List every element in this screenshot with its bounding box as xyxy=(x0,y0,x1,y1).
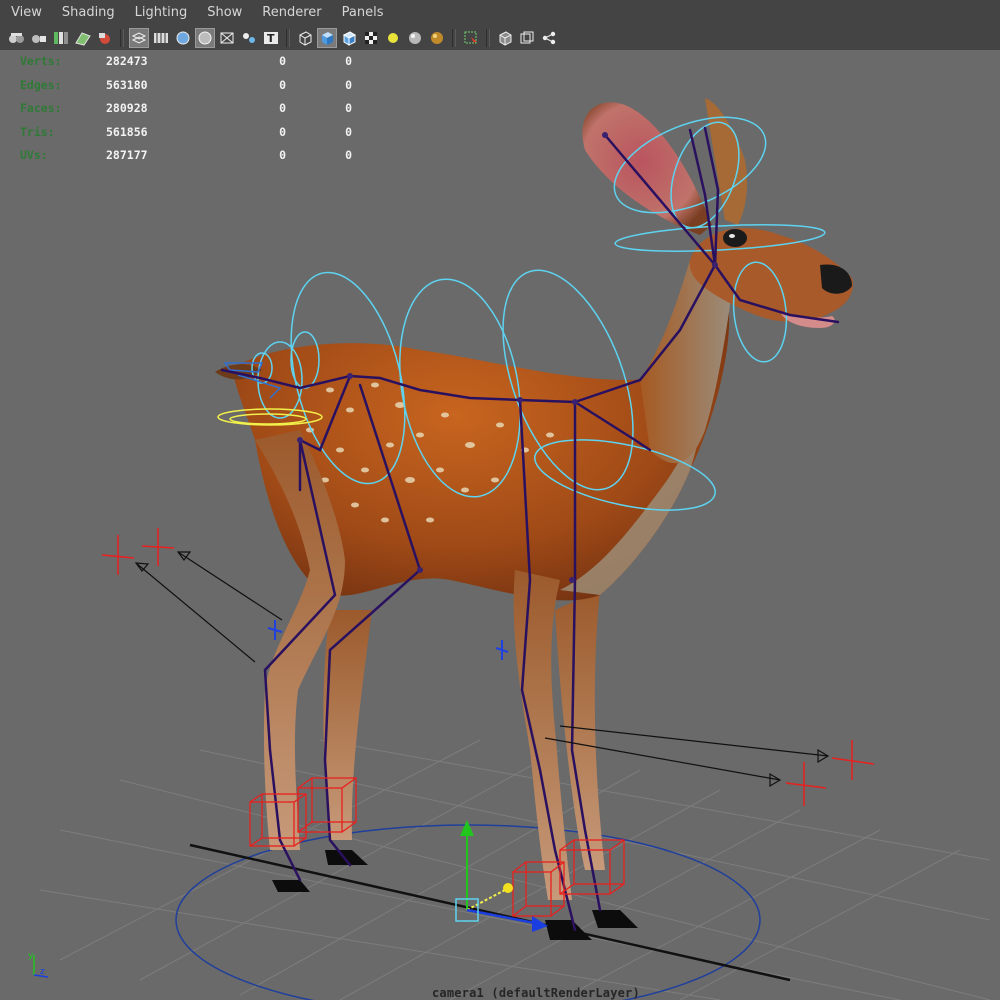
flat-shade-icon[interactable] xyxy=(195,28,215,48)
poly-count-hud: Verts: 282473 0 0 Edges: 563180 0 0 Face… xyxy=(20,50,352,168)
hud-value-selected-2: 0 xyxy=(345,77,352,92)
camera-tools-group xyxy=(6,26,116,50)
hud-value-selected: 0 xyxy=(279,124,286,139)
svg-text:T: T xyxy=(267,32,275,45)
hud-value-selected: 0 xyxy=(279,101,286,115)
textured-icon[interactable] xyxy=(361,28,381,48)
menu-shading[interactable]: Shading xyxy=(51,0,124,26)
pole-vector-rear[interactable] xyxy=(134,551,283,663)
hud-value-selected-2: 0 xyxy=(345,54,352,68)
hud-value-selected: 0 xyxy=(279,54,286,68)
camera-attributes-icon[interactable] xyxy=(95,28,115,48)
hud-row-verts: Verts: 282473 0 0 xyxy=(20,50,352,74)
hud-value-total: 563180 xyxy=(106,77,148,92)
isolate-group xyxy=(460,26,482,50)
resolution-gate-icon[interactable] xyxy=(517,28,537,48)
cube-view-icon[interactable] xyxy=(495,28,515,48)
shaded-cube-icon[interactable] xyxy=(317,28,337,48)
menu-lighting[interactable]: Lighting xyxy=(124,0,197,26)
camera-lock-icon[interactable] xyxy=(29,28,49,48)
xray-icon[interactable] xyxy=(217,28,237,48)
toolbar-separator xyxy=(286,29,290,47)
hud-label: Edges: xyxy=(20,77,62,92)
hud-label: Faces: xyxy=(20,101,62,115)
menu-panels[interactable]: Panels xyxy=(331,0,393,26)
camera-name-label: camera1 (defaultRenderLayer) xyxy=(432,986,640,1000)
toolbar-separator xyxy=(120,29,124,47)
hud-row-uvs: UVs: 287177 0 0 xyxy=(20,144,352,168)
text-icon[interactable]: T xyxy=(261,28,281,48)
menu-show[interactable]: Show xyxy=(196,0,251,26)
axis-y-label: y xyxy=(28,951,34,961)
menu-renderer[interactable]: Renderer xyxy=(251,0,330,26)
hud-value-total: 561856 xyxy=(106,124,148,139)
grid-icon[interactable] xyxy=(151,28,171,48)
panel-toolbar: T xyxy=(0,26,1000,50)
hud-value-selected-2: 0 xyxy=(345,101,352,115)
shading-tools-group xyxy=(294,26,448,50)
shadows-icon[interactable] xyxy=(427,28,447,48)
hud-value-selected: 0 xyxy=(279,77,286,92)
all-lights-icon[interactable] xyxy=(405,28,425,48)
menu-view[interactable]: View xyxy=(0,0,51,26)
hud-label: UVs: xyxy=(20,148,48,162)
view-tools-group xyxy=(494,26,560,50)
default-light-icon[interactable] xyxy=(383,28,403,48)
wireframe-on-shaded-icon[interactable] xyxy=(339,28,359,48)
hud-value-total: 282473 xyxy=(106,54,148,68)
menu-bar: View Shading Lighting Show Renderer Pane… xyxy=(0,0,1000,26)
isolate-select-icon[interactable] xyxy=(461,28,481,48)
viewport-canvas: y z xyxy=(28,98,991,1000)
hud-label: Verts: xyxy=(20,54,62,68)
view-axis-indicator: y z xyxy=(28,951,49,978)
hud-row-faces: Faces: 280928 0 0 xyxy=(20,97,352,121)
display-tools-group: T xyxy=(128,26,282,50)
wireframe-icon[interactable] xyxy=(129,28,149,48)
toolbar-separator xyxy=(486,29,490,47)
toolbar-separator xyxy=(452,29,456,47)
bookmark-icon[interactable] xyxy=(51,28,71,48)
axis-z-label: z xyxy=(40,967,45,977)
camera-select-icon[interactable] xyxy=(7,28,27,48)
hud-label: Tris: xyxy=(20,124,55,139)
image-plane-icon[interactable] xyxy=(73,28,93,48)
ground-axis-line xyxy=(189,843,791,982)
hud-value-selected-2: 0 xyxy=(345,124,352,139)
smooth-shade-icon[interactable] xyxy=(173,28,193,48)
hud-value-total: 280928 xyxy=(106,101,148,115)
xray-joints-icon[interactable] xyxy=(239,28,259,48)
hud-value-selected-2: 0 xyxy=(345,148,352,162)
hud-value-selected: 0 xyxy=(279,148,286,162)
bounding-box-icon[interactable] xyxy=(295,28,315,48)
perspective-viewport[interactable]: y z Verts: 282473 0 0 Edges: 563180 0 0 … xyxy=(0,50,1000,1000)
hud-value-total: 287177 xyxy=(106,148,148,162)
hud-row-edges: Edges: 563180 0 0 xyxy=(20,74,352,98)
hud-row-tris: Tris: 561856 0 0 xyxy=(20,121,352,145)
share-icon[interactable] xyxy=(539,28,559,48)
